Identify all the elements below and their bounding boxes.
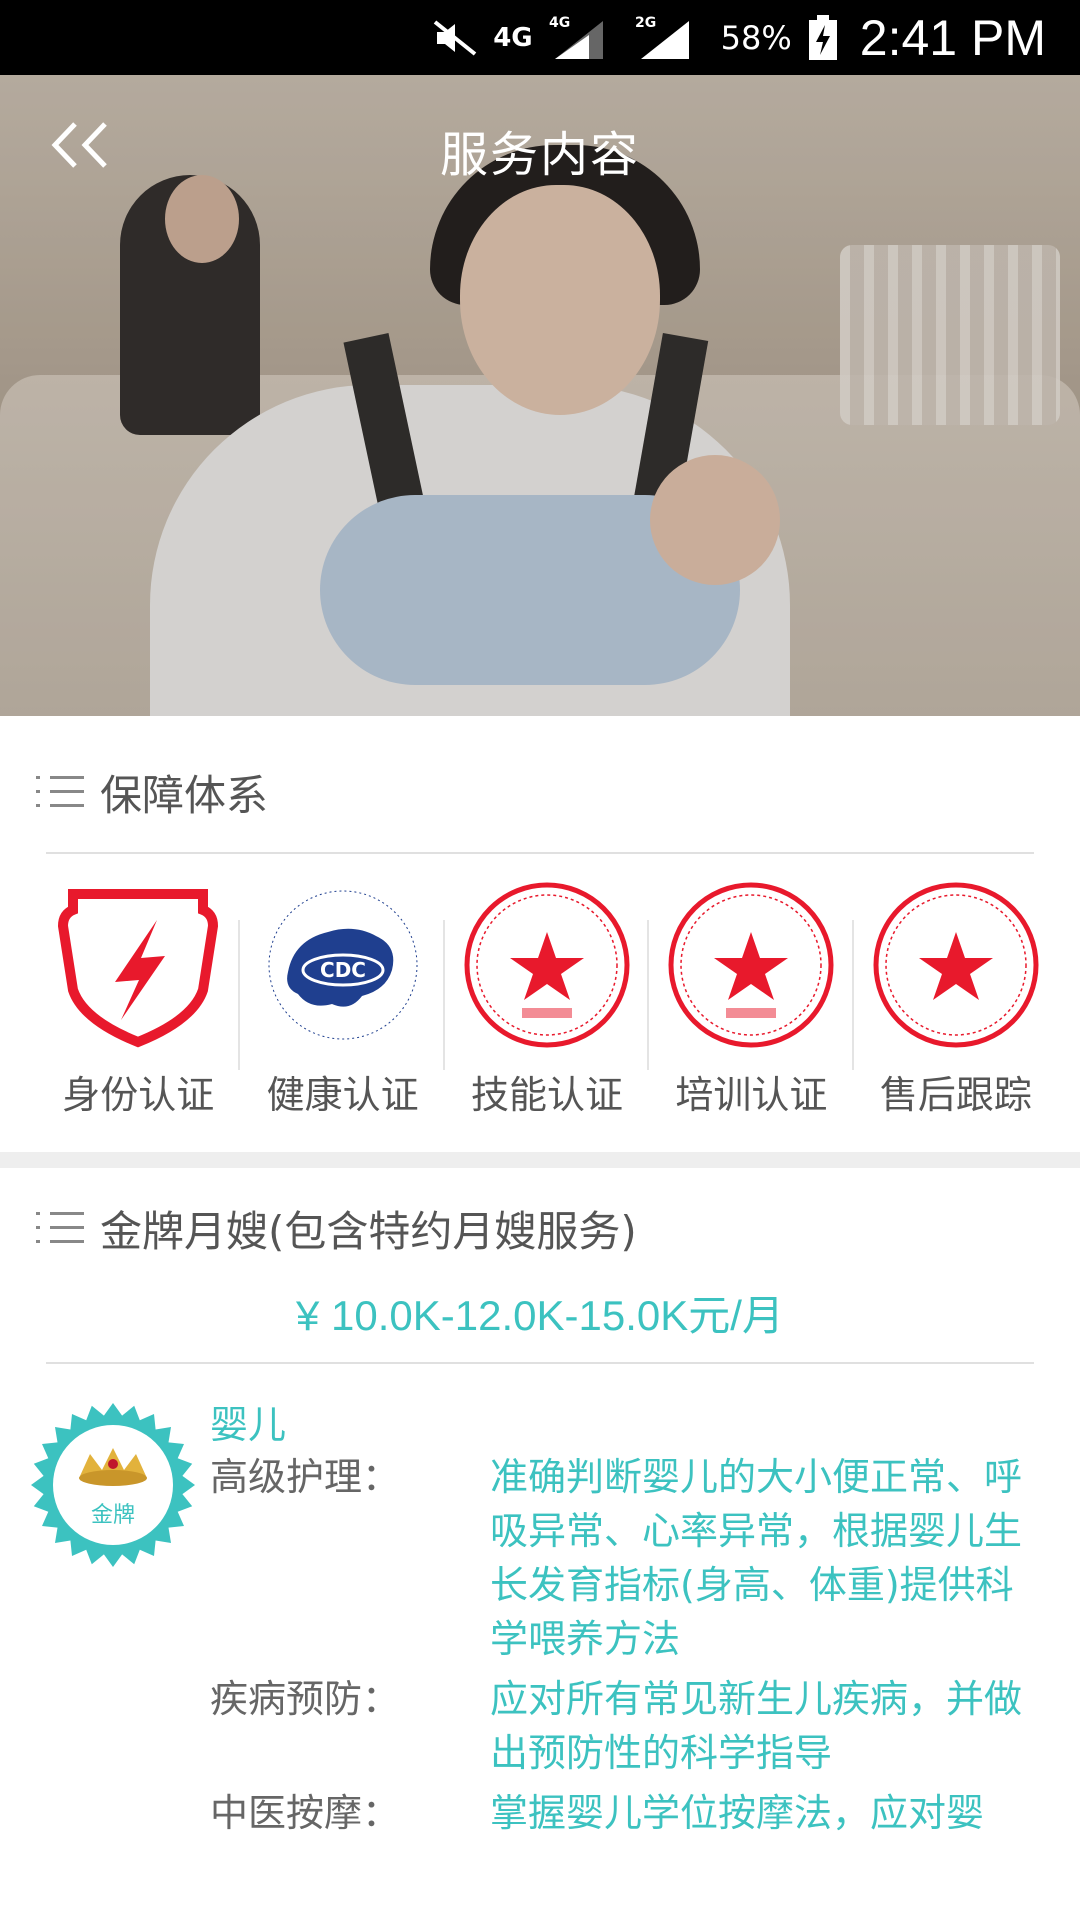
cert-health[interactable]: CDC 健康认证 bbox=[238, 880, 444, 1119]
cert-after-sales[interactable]: 售后跟踪 bbox=[851, 880, 1058, 1119]
section-separator bbox=[0, 1152, 1080, 1168]
cert-label: 售后跟踪 bbox=[879, 1073, 1032, 1117]
cert-label: 技能认证 bbox=[471, 1073, 624, 1117]
cdc-logo: CDC bbox=[268, 890, 418, 1040]
signal-icon-2: 2G bbox=[635, 15, 705, 61]
cert-skill[interactable]: 技能认证 bbox=[442, 880, 649, 1119]
cert-training[interactable]: 培训认证 bbox=[647, 880, 853, 1119]
cert-label: 身份认证 bbox=[62, 1073, 215, 1117]
shield-lightning-icon bbox=[58, 889, 219, 1048]
mute-icon bbox=[433, 18, 477, 58]
service-header: 金牌月嫂(包含特约月嫂服务) bbox=[0, 1168, 1080, 1288]
service-category: 婴儿 bbox=[210, 1403, 287, 1447]
status-bar: 4G 4G 2G 58% 2:41 PM bbox=[0, 0, 1080, 75]
detail-value: 掌握婴儿学位按摩法，应对婴 bbox=[490, 1791, 985, 1835]
cert-identity[interactable]: 身份认证 bbox=[36, 880, 240, 1119]
red-seal-icon bbox=[873, 882, 1039, 1048]
red-seal-icon bbox=[668, 882, 834, 1048]
detail-row: 中医按摩： 掌握婴儿学位按摩法，应对婴 bbox=[210, 1786, 1080, 1846]
guarantee-section: 保障体系 身份认证 CDC 健康认证 技能认证 培训认证 售后跟踪 bbox=[0, 732, 1080, 1152]
service-title: 金牌月嫂(包含特约月嫂服务) bbox=[100, 1206, 637, 1256]
price: ¥ 10.0K-12.0K-15.0K元/月 bbox=[296, 1292, 784, 1339]
svg-text:CDC: CDC bbox=[320, 958, 366, 982]
cert-label: 健康认证 bbox=[266, 1073, 419, 1117]
clock: 2:41 PM bbox=[859, 9, 1046, 66]
guarantee-header: 保障体系 bbox=[0, 732, 1080, 852]
detail-row: 疾病预防： 应对所有常见新生儿疾病，并做出预防性的科学指导 bbox=[210, 1672, 1080, 1786]
detail-key: 疾病预防： bbox=[210, 1677, 401, 1721]
nav-bar: 服务内容 bbox=[0, 75, 1080, 215]
signal-icon: 4G bbox=[549, 15, 619, 61]
detail-key: 高级护理： bbox=[210, 1455, 401, 1499]
battery-percent: 58% bbox=[720, 18, 792, 57]
service-body: 金牌 婴儿 高级护理： 准确判断婴儿的大小便正常、呼吸异常、心率异常，根据婴儿生… bbox=[0, 1364, 1080, 1846]
network-type-2-label: 4G bbox=[549, 15, 570, 31]
service-section: 金牌月嫂(包含特约月嫂服务) ¥ 10.0K-12.0K-15.0K元/月 金牌… bbox=[0, 1168, 1080, 1920]
detail-row: 高级护理： 准确判断婴儿的大小便正常、呼吸异常、心率异常，根据婴儿生长发育指标(… bbox=[210, 1450, 1080, 1672]
cert-label: 培训认证 bbox=[675, 1073, 828, 1117]
medal-label: 金牌 bbox=[91, 1503, 135, 1528]
gold-medal-icon: 金牌 bbox=[31, 1403, 195, 1567]
red-seal-icon bbox=[464, 882, 630, 1048]
network-type-3-label: 2G bbox=[635, 15, 656, 31]
list-icon bbox=[36, 1212, 84, 1243]
certification-row: 身份认证 CDC 健康认证 技能认证 培训认证 售后跟踪 bbox=[0, 854, 1080, 1119]
detail-key: 中医按摩： bbox=[210, 1791, 401, 1835]
battery-charging-icon bbox=[808, 14, 838, 61]
list-icon bbox=[36, 776, 84, 807]
guarantee-title: 保障体系 bbox=[100, 770, 269, 820]
detail-value: 准确判断婴儿的大小便正常、呼吸异常、心率异常，根据婴儿生长发育指标(身高、体重)… bbox=[490, 1455, 1023, 1661]
page-title: 服务内容 bbox=[439, 127, 640, 183]
network-type-1: 4G bbox=[493, 22, 533, 53]
detail-value: 应对所有常见新生儿疾病，并做出预防性的科学指导 bbox=[490, 1677, 1023, 1775]
